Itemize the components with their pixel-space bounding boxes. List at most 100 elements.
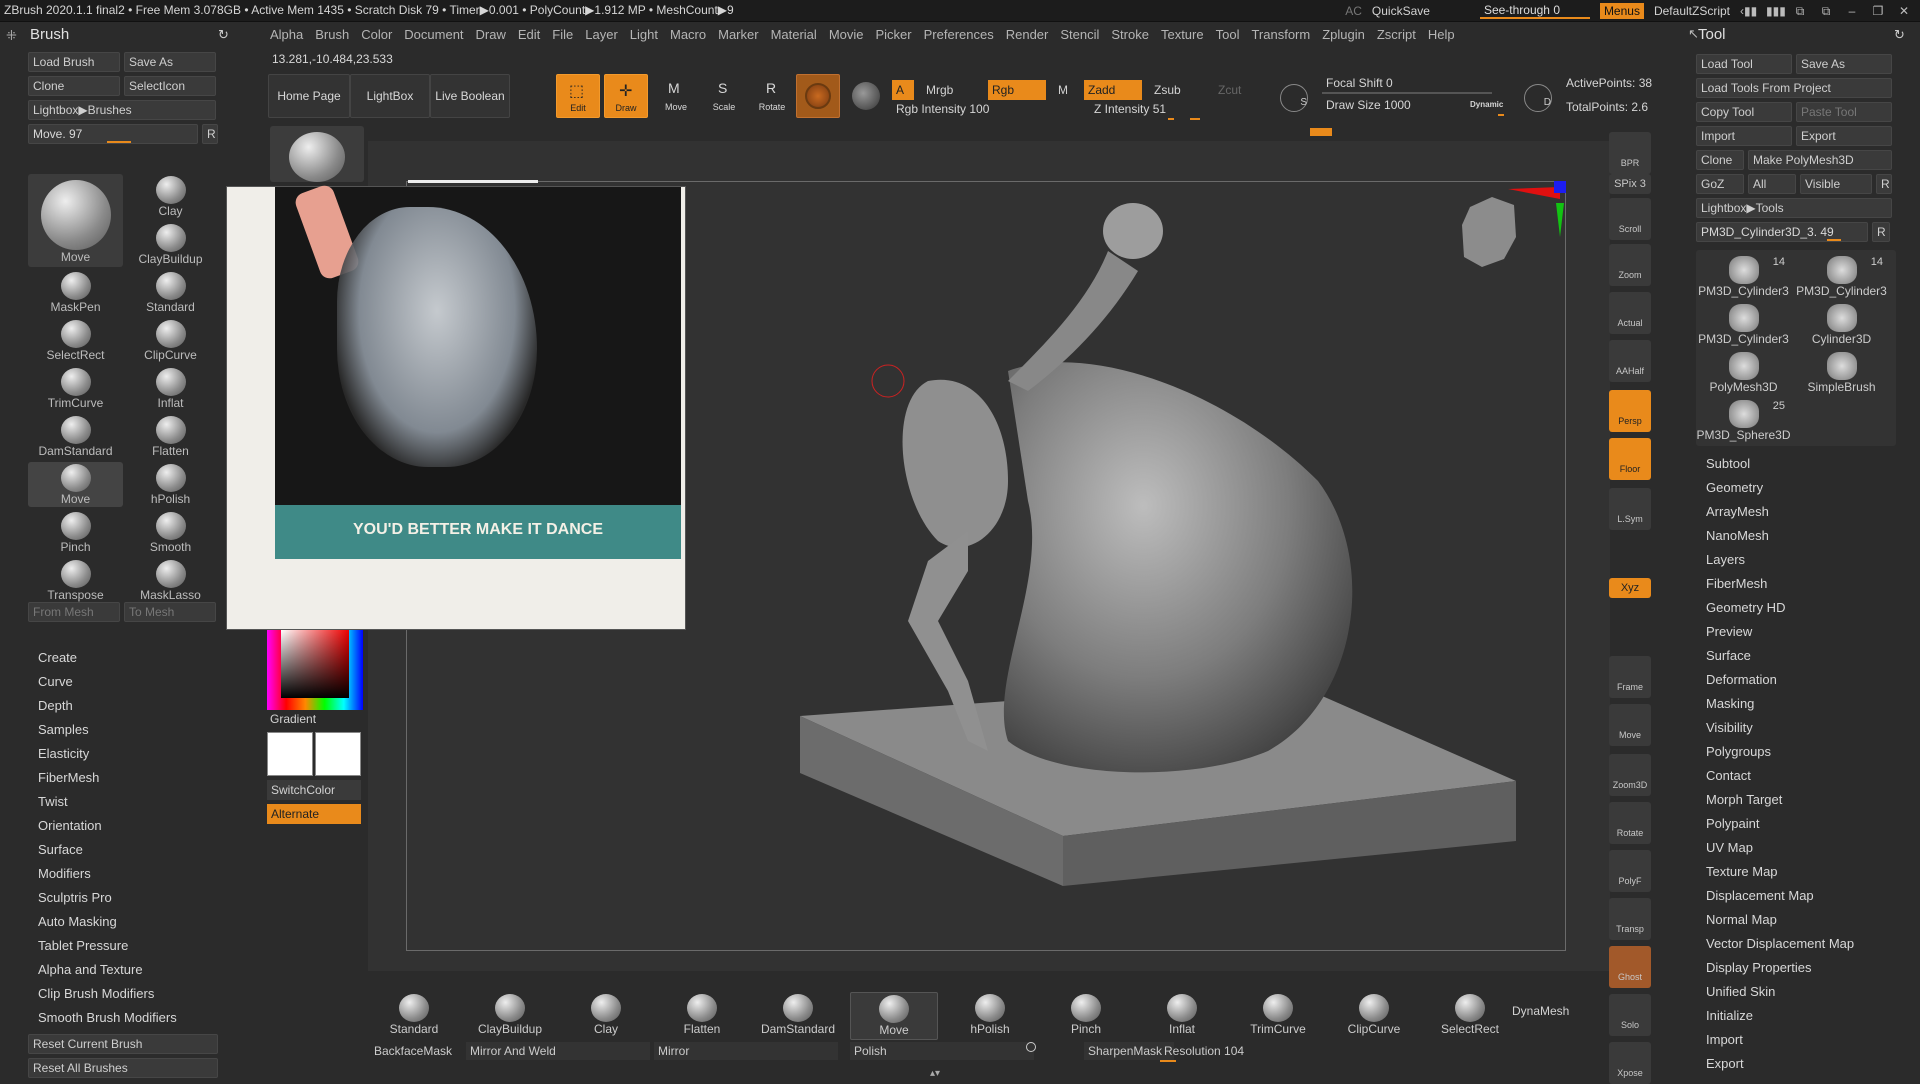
menu-stencil[interactable]: Stencil (1054, 24, 1105, 46)
live-boolean-button[interactable]: Live Boolean (430, 74, 510, 118)
menu-macro[interactable]: Macro (664, 24, 712, 46)
tool-section-import[interactable]: Import (1706, 1028, 1854, 1052)
maximize-icon[interactable]: ❐ (1870, 4, 1886, 18)
tool-section-uv-map[interactable]: UV Map (1706, 836, 1854, 860)
tool-thumb-cylinder3d[interactable]: Cylinder3D (1794, 302, 1889, 348)
shelf-actual[interactable]: Actual (1609, 292, 1651, 334)
tool-section-layers[interactable]: Layers (1706, 548, 1854, 572)
tool-import-button[interactable]: Import (1696, 126, 1792, 146)
brush-maskpen[interactable]: MaskPen (28, 270, 123, 315)
shelf-brush-trimcurve[interactable]: TrimCurve (1234, 992, 1322, 1040)
brush-section-auto-masking[interactable]: Auto Masking (38, 910, 177, 934)
quicksave-button[interactable]: QuickSave (1372, 4, 1430, 18)
polish-circle-icon[interactable] (1026, 1042, 1036, 1052)
menu-preferences[interactable]: Preferences (918, 24, 1000, 46)
shelf-xyz[interactable]: Xyz (1609, 578, 1651, 598)
menu-help[interactable]: Help (1422, 24, 1461, 46)
shelf-scroll[interactable]: Scroll (1609, 198, 1651, 240)
brush-section-tablet-pressure[interactable]: Tablet Pressure (38, 934, 177, 958)
brush-section-create[interactable]: Create (38, 646, 177, 670)
tool-section-normal-map[interactable]: Normal Map (1706, 908, 1854, 932)
lightbox-tools-button[interactable]: Lightbox▶Tools (1696, 198, 1892, 218)
rotate-button[interactable]: R Rotate (750, 74, 794, 118)
brush-flatten[interactable]: Flatten (123, 414, 218, 459)
draw-button[interactable]: ✛ Draw (604, 74, 648, 118)
menu-alpha[interactable]: Alpha (264, 24, 309, 46)
brush-trimcurve[interactable]: TrimCurve (28, 366, 123, 411)
brush-claybuildup[interactable]: ClayBuildup (123, 222, 218, 267)
a-toggle[interactable]: A (892, 80, 914, 100)
tool-thumb-pm3d_cylinder3[interactable]: PM3D_Cylinder3 (1696, 302, 1791, 348)
shelf-brush-pinch[interactable]: Pinch (1042, 992, 1130, 1040)
brush-section-twist[interactable]: Twist (38, 790, 177, 814)
menu-file[interactable]: File (546, 24, 579, 46)
tool-section-contact[interactable]: Contact (1706, 764, 1854, 788)
tool-palette-title[interactable]: Tool (1688, 22, 1920, 48)
shelf-brush-damstandard[interactable]: DamStandard (754, 992, 842, 1040)
from-mesh-button[interactable]: From Mesh (28, 602, 120, 622)
menu-tool[interactable]: Tool (1210, 24, 1246, 46)
tool-section-unified-skin[interactable]: Unified Skin (1706, 980, 1854, 1004)
brush-r-button[interactable]: R (202, 124, 218, 144)
menu-texture[interactable]: Texture (1155, 24, 1210, 46)
shelf-brush-clipcurve[interactable]: ClipCurve (1330, 992, 1418, 1040)
menu-zscript[interactable]: Zscript (1371, 24, 1422, 46)
tool-thumb-pm3d_cylinder3[interactable]: PM3D_Cylinder3 14 (1696, 254, 1791, 300)
brush-section-alpha-and-texture[interactable]: Alpha and Texture (38, 958, 177, 982)
tool-section-morph-target[interactable]: Morph Target (1706, 788, 1854, 812)
brush-section-sculptris-pro[interactable]: Sculptris Pro (38, 886, 177, 910)
tool-thumb-pm3d_sphere3d[interactable]: PM3D_Sphere3D 25 (1696, 398, 1791, 444)
brush-move[interactable]: Move (28, 462, 123, 507)
tool-thumb-polymesh3d[interactable]: PolyMesh3D (1696, 350, 1791, 396)
shelf-brush-move[interactable]: Move (850, 992, 938, 1040)
scale-button[interactable]: S Scale (702, 74, 746, 118)
tool-thumb-pm3d_cylinder3[interactable]: PM3D_Cylinder3 14 (1794, 254, 1889, 300)
tool-refresh-icon[interactable]: ↻ (1894, 27, 1905, 43)
shelf-floor[interactable]: Floor (1609, 438, 1651, 480)
shelf-brush-clay[interactable]: Clay (562, 992, 650, 1040)
tool-section-deformation[interactable]: Deformation (1706, 668, 1854, 692)
brush-move-large[interactable]: Move (28, 174, 123, 267)
tool-section-display-properties[interactable]: Display Properties (1706, 956, 1854, 980)
brush-section-elasticity[interactable]: Elasticity (38, 742, 177, 766)
goz-r-button[interactable]: R (1876, 174, 1892, 194)
brush-section-orientation[interactable]: Orientation (38, 814, 177, 838)
shelf-brush-claybuildup[interactable]: ClayBuildup (466, 992, 554, 1040)
shelf-move[interactable]: Move (1609, 704, 1651, 746)
home-page-button[interactable]: Home Page (268, 74, 350, 118)
brush-section-samples[interactable]: Samples (38, 718, 177, 742)
see-through-slider[interactable]: See-through 0 (1479, 3, 1590, 19)
brush-section-modifiers[interactable]: Modifiers (38, 862, 177, 886)
brush-section-depth[interactable]: Depth (38, 694, 177, 718)
dock-icon[interactable]: ⁜ (6, 28, 20, 43)
shelf-transp[interactable]: Transp (1609, 898, 1651, 940)
tool-section-preview[interactable]: Preview (1706, 620, 1854, 644)
main-color-swatch[interactable] (267, 732, 313, 776)
tool-section-surface[interactable]: Surface (1706, 644, 1854, 668)
menu-render[interactable]: Render (1000, 24, 1055, 46)
zadd-toggle[interactable]: Zadd (1084, 80, 1142, 100)
brush-clay[interactable]: Clay (123, 174, 218, 219)
current-tool-slider[interactable]: PM3D_Cylinder3D_3. 49 (1696, 222, 1868, 242)
shelf-solo[interactable]: Solo (1609, 994, 1651, 1036)
shelf-persp[interactable]: Persp (1609, 390, 1651, 432)
menu-color[interactable]: Color (355, 24, 398, 46)
tool-section-visibility[interactable]: Visibility (1706, 716, 1854, 740)
tool-section-fibermesh[interactable]: FiberMesh (1706, 572, 1854, 596)
menu-brush[interactable]: Brush (309, 24, 355, 46)
color-picker[interactable] (267, 630, 363, 710)
tool-r-button[interactable]: R (1872, 222, 1890, 242)
ac-label[interactable]: AC (1345, 4, 1362, 18)
toolbar-scroll-marker[interactable] (1310, 128, 1332, 136)
m-toggle[interactable]: M (1054, 80, 1074, 100)
tool-section-initialize[interactable]: Initialize (1706, 1004, 1854, 1028)
brush-section-clip-brush-modifiers[interactable]: Clip Brush Modifiers (38, 982, 177, 1006)
tool-export-button[interactable]: Export (1796, 126, 1892, 146)
load-from-project-button[interactable]: Load Tools From Project (1696, 78, 1892, 98)
current-tool-thumb[interactable] (270, 126, 364, 182)
tool-save-as-button[interactable]: Save As (1796, 54, 1892, 74)
mirror-and-weld-button[interactable]: Mirror And Weld (466, 1042, 650, 1060)
backface-mask-button[interactable]: BackfaceMask (370, 1042, 460, 1060)
tool-section-nanomesh[interactable]: NanoMesh (1706, 524, 1854, 548)
color-square[interactable] (281, 630, 349, 698)
